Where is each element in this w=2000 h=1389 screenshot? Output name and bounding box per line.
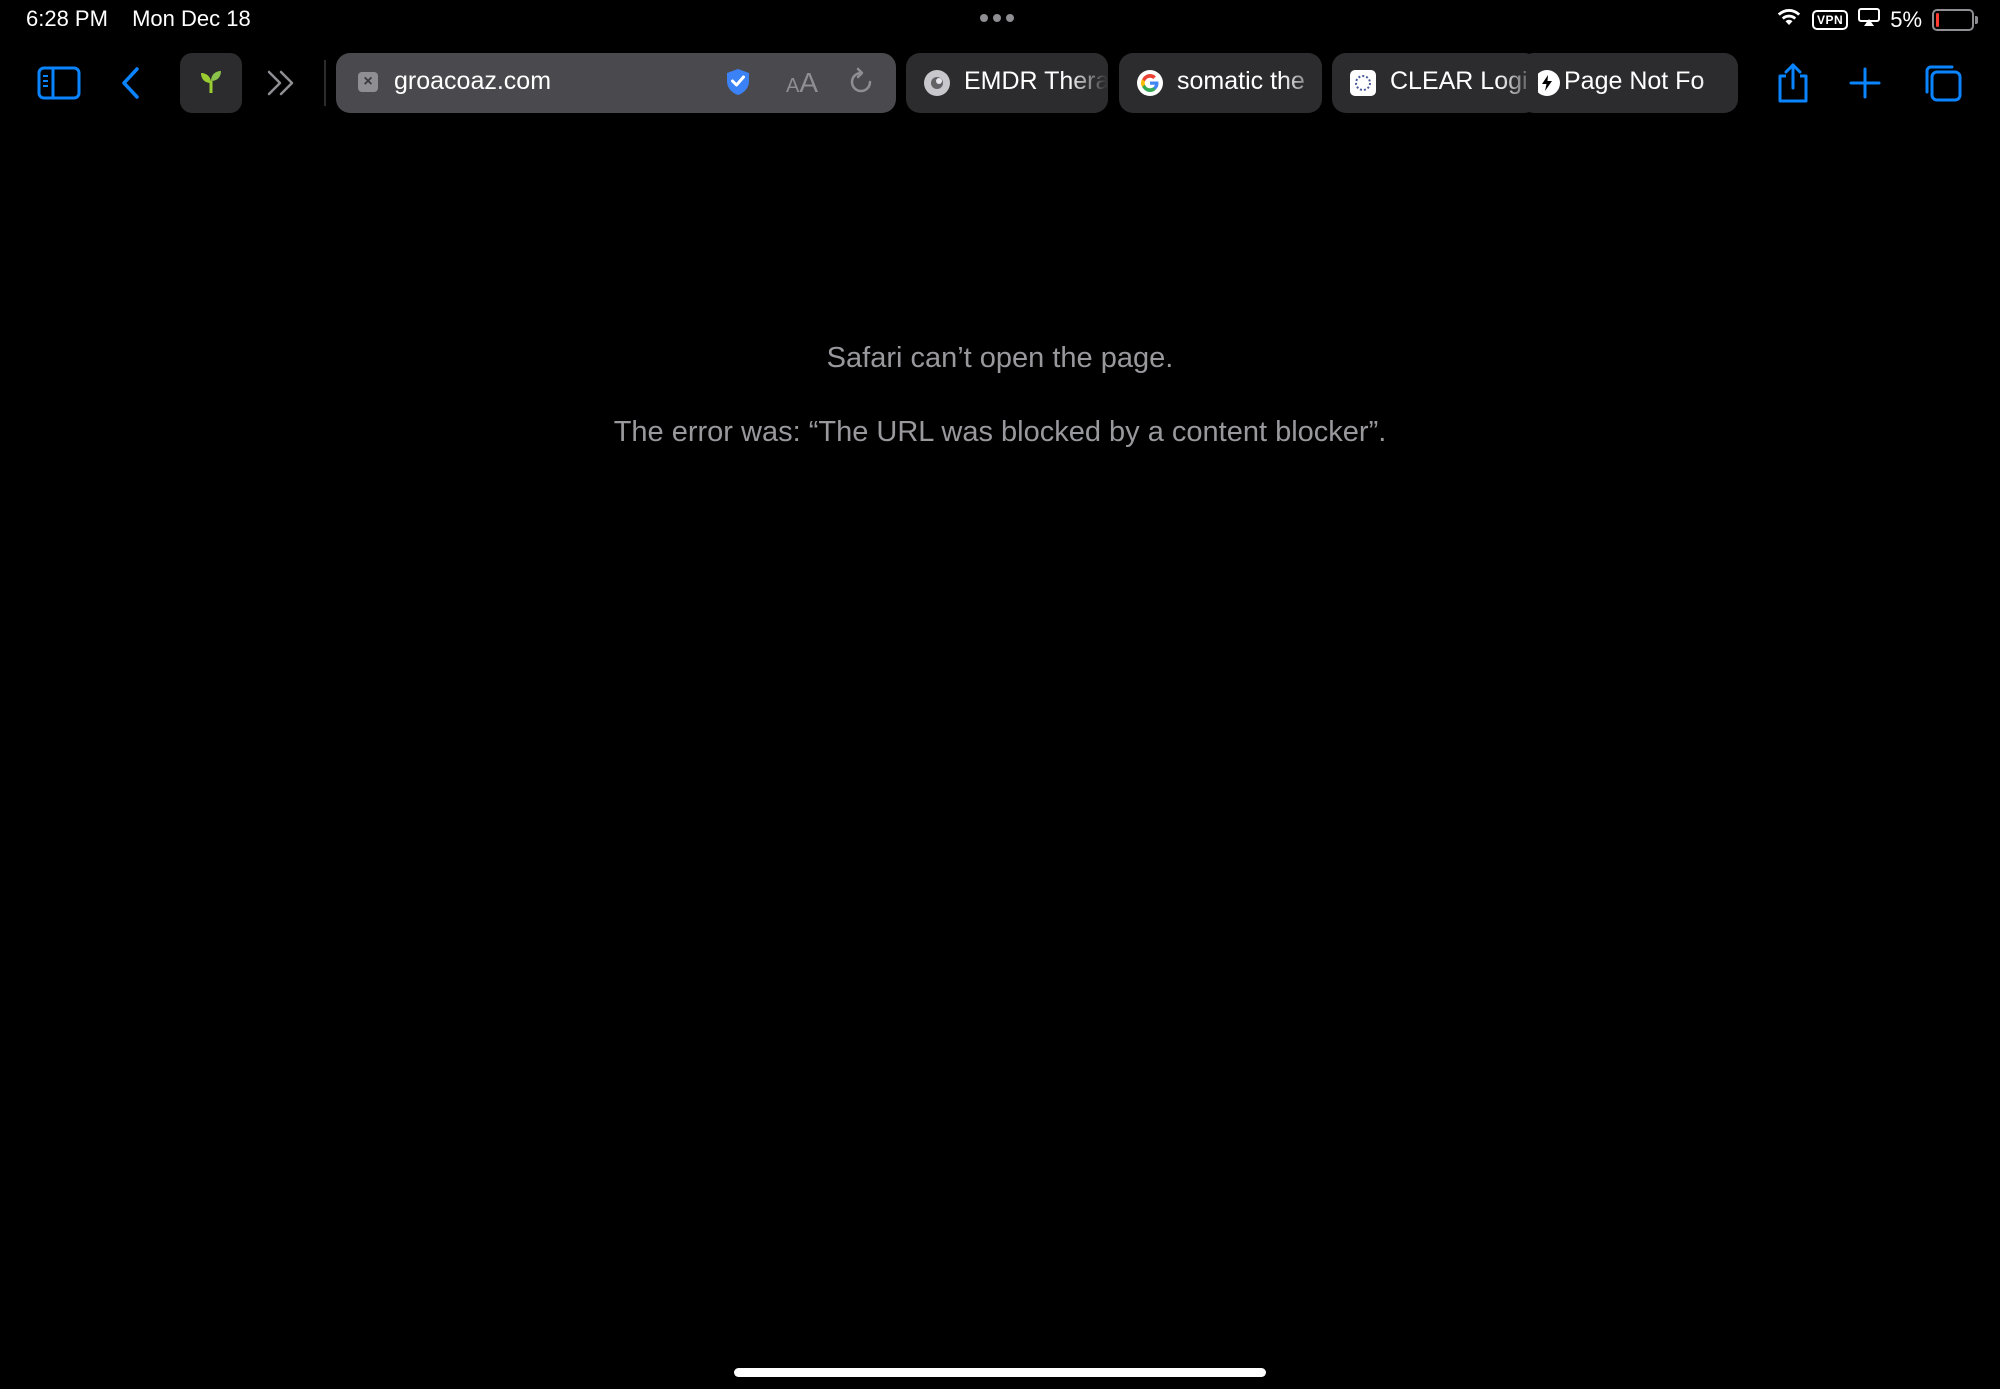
battery-icon [1932,9,1978,31]
plant-extension-icon [197,67,225,100]
browser-toolbar: × groacoaz.com AA EMDR Thera somatic the… [0,50,2000,116]
tab-fade [1698,53,1738,113]
multitasking-dots-icon[interactable] [980,14,1014,22]
wifi-icon [1776,7,1802,33]
safari-window: 6:28 PM Mon Dec 18 VPN 5% × groacoaz.com… [0,0,2000,1389]
tab-fade [1068,53,1108,113]
status-bar-right: VPN 5% [1776,6,1978,34]
more-tabs-chevrons-icon[interactable] [256,60,306,106]
toolbar-divider [324,60,326,106]
privacy-shield-icon[interactable] [724,67,752,102]
error-title: Safari can’t open the page. [826,342,1174,374]
text-size-large-glyph: A [799,67,819,98]
tab-emdr[interactable]: EMDR Thera [906,53,1108,113]
clear-icon [1350,70,1376,96]
tab-title: Page Not Fo [1564,67,1705,95]
tab-page-not-found[interactable]: Page Not Fo [1520,53,1738,113]
text-size-small-glyph: A [786,75,800,97]
google-icon [1137,70,1163,96]
status-time: 6:28 PM [26,6,108,31]
vpn-badge: VPN [1812,10,1849,30]
text-size-button[interactable]: AA [786,67,818,99]
address-bar[interactable]: × groacoaz.com AA [336,53,896,113]
back-chevron-icon[interactable] [106,60,156,106]
circle-site-icon [924,70,950,96]
tab-overview-icon[interactable] [1918,60,1968,106]
tab-somatic[interactable]: somatic the [1119,53,1322,113]
address-text[interactable]: groacoaz.com [394,67,551,96]
battery-level-fill [1936,13,1939,27]
home-indicator[interactable] [734,1368,1266,1377]
share-icon[interactable] [1768,60,1818,106]
site-favicon-blocked-icon: × [358,72,378,92]
status-bar-left: 6:28 PM Mon Dec 18 [26,6,251,32]
new-tab-plus-icon[interactable] [1840,60,1890,106]
tab-fade [1282,53,1322,113]
reload-icon[interactable] [846,67,876,102]
tab-fade [1498,53,1538,113]
screen-mirroring-icon [1858,7,1881,33]
status-date: Mon Dec 18 [132,6,251,31]
battery-percent: 5% [1890,7,1922,32]
extension-button[interactable] [180,53,242,113]
sidebar-icon[interactable] [34,60,84,106]
error-detail: The error was: “The URL was blocked by a… [613,416,1387,448]
tab-clear-login[interactable]: CLEAR Logi [1332,53,1538,113]
